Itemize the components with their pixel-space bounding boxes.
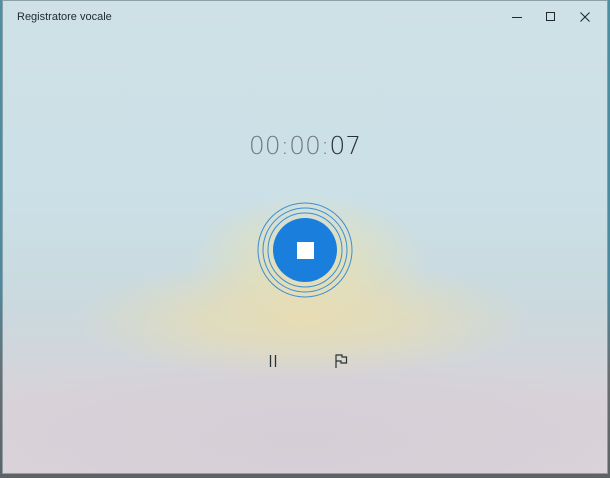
timer-separator: : [280, 131, 290, 160]
timer-seconds: 07 [329, 131, 362, 160]
timer-hours: 00 [248, 131, 281, 160]
minimize-icon [512, 17, 522, 18]
maximize-button[interactable] [534, 1, 568, 33]
voice-recorder-window: Registratore vocale 00:00:07 [2, 0, 608, 474]
flag-icon [335, 354, 348, 368]
stop-recording-button[interactable] [273, 218, 337, 282]
timer-minutes: 00 [289, 131, 321, 160]
stop-icon [296, 241, 314, 259]
maximize-icon [546, 12, 555, 21]
close-icon [580, 12, 590, 22]
pause-button[interactable] [261, 349, 285, 373]
window-title: Registratore vocale [17, 11, 112, 23]
close-button[interactable] [568, 1, 602, 33]
title-bar[interactable]: Registratore vocale [3, 1, 607, 33]
recording-indicator [256, 201, 354, 299]
pause-icon [269, 355, 277, 367]
add-marker-button[interactable] [329, 349, 353, 373]
recording-timer: 00:00:07 [3, 131, 607, 160]
minimize-button[interactable] [500, 1, 534, 33]
